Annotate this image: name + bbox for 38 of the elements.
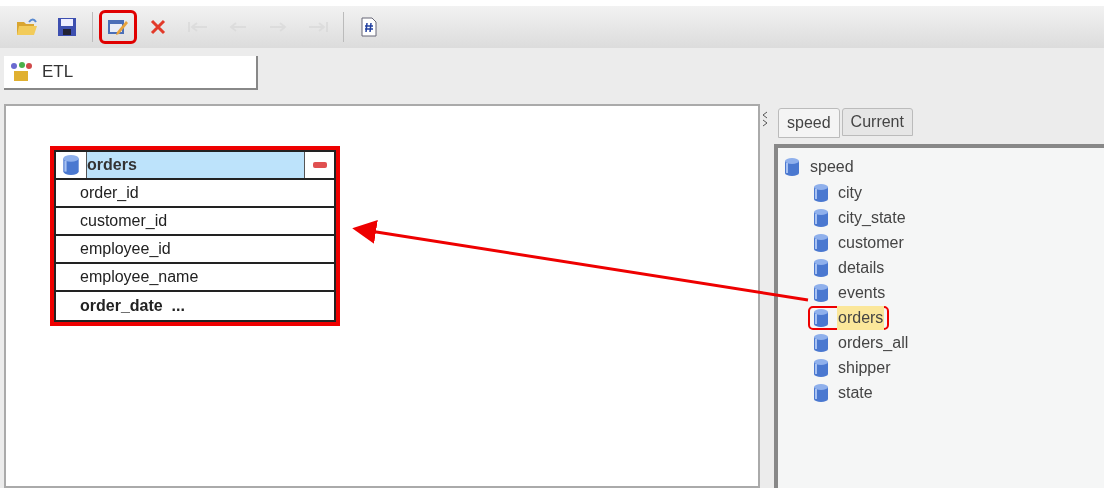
table-card[interactable]: orders order_id customer_id employee_id employee_name order_date ... — [50, 146, 340, 326]
tree-item[interactable]: orders_all — [808, 330, 915, 355]
table-title: orders — [86, 152, 304, 178]
folder-icon — [16, 17, 38, 37]
column-row[interactable]: employee_id — [56, 236, 334, 264]
database-icon — [813, 257, 829, 278]
panel-tab[interactable]: Current — [841, 108, 913, 136]
module-tab[interactable]: ETL — [4, 56, 258, 90]
database-icon — [813, 382, 829, 403]
boxes-icon — [10, 62, 32, 82]
column-row[interactable]: order_date ... — [56, 292, 334, 320]
tree-item[interactable]: city_state — [808, 205, 912, 230]
column-row[interactable]: order_id — [56, 180, 334, 208]
database-icon — [813, 232, 829, 253]
script-document-icon — [361, 17, 377, 37]
database-icon — [813, 332, 829, 353]
database-icon — [784, 157, 800, 177]
panel-tab[interactable]: speed — [778, 108, 840, 138]
database-icon — [813, 282, 829, 303]
database-icon — [813, 307, 829, 328]
database-icon — [813, 182, 829, 203]
table-icon — [62, 154, 80, 176]
tree-item[interactable]: customer — [808, 230, 910, 255]
edit-form-icon — [107, 17, 129, 37]
column-row[interactable]: customer_id — [56, 208, 334, 236]
tree-item[interactable]: city — [808, 180, 868, 205]
collapse-icon[interactable] — [312, 162, 327, 168]
database-icon — [813, 357, 829, 378]
tree-item[interactable]: orders — [808, 305, 890, 330]
tree-item[interactable]: details — [808, 255, 891, 280]
database-icon — [813, 207, 829, 228]
tree-item[interactable]: speed — [810, 155, 854, 179]
close-icon — [149, 18, 167, 36]
tree-item[interactable]: shipper — [808, 355, 897, 380]
splitter-arrows-icon[interactable] — [762, 110, 768, 128]
tree-item[interactable]: events — [808, 280, 892, 305]
tree-item[interactable]: state — [808, 380, 879, 405]
column-row[interactable]: employee_name — [56, 264, 334, 292]
